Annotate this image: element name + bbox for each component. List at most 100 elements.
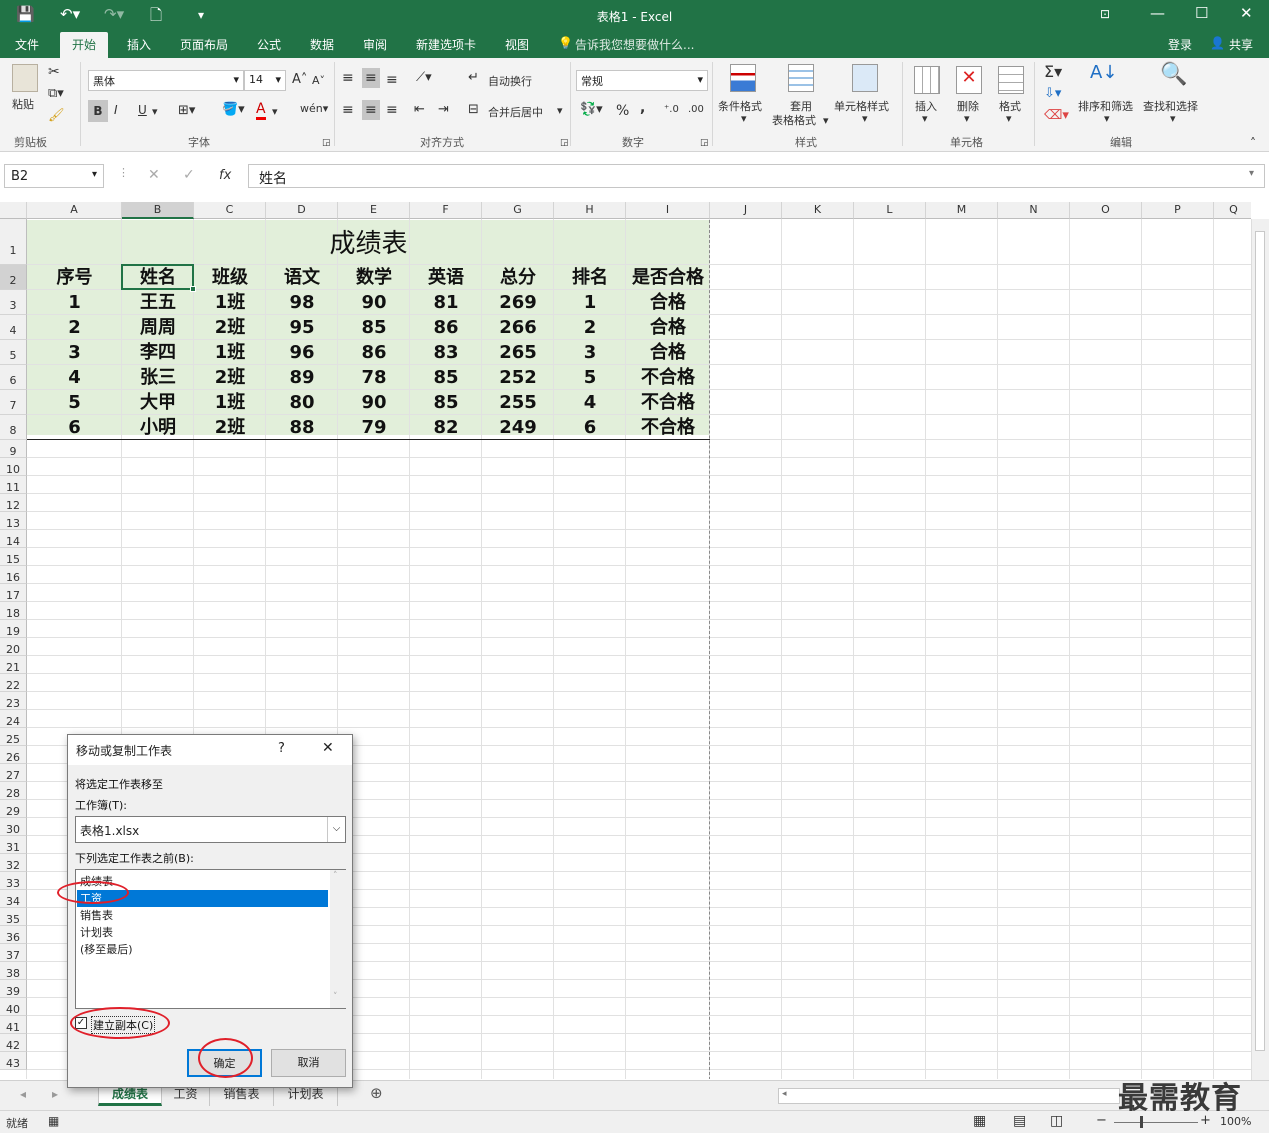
sheet-title[interactable]: 成绩表 — [27, 223, 710, 265]
row-header-28[interactable]: 28 — [0, 782, 27, 800]
cell-styles-dropdown-icon[interactable]: ▾ — [862, 112, 868, 125]
font-size-select[interactable]: 14 ▾ — [244, 70, 286, 91]
row-header-5[interactable]: 5 — [0, 340, 27, 365]
vertical-scrollbar[interactable] — [1251, 219, 1269, 1081]
macro-record-icon[interactable]: ▦ — [48, 1114, 59, 1128]
copy-icon[interactable]: ⧉▾ — [48, 86, 64, 101]
fill-icon[interactable]: ⇩▾ — [1044, 86, 1061, 101]
increase-indent-icon[interactable]: ⇥ — [438, 102, 449, 117]
table-header-cell[interactable]: 序号 — [27, 265, 122, 290]
table-cell[interactable]: 265 — [482, 340, 554, 365]
table-cell[interactable]: 80 — [266, 390, 338, 415]
comma-button[interactable]: , — [640, 100, 645, 116]
format-painter-icon[interactable]: 🖌 — [48, 108, 65, 123]
table-cell[interactable]: 78 — [338, 365, 410, 390]
login-link[interactable]: 登录 — [1168, 36, 1192, 53]
row-header-27[interactable]: 27 — [0, 764, 27, 782]
tab-data[interactable]: 数据 — [310, 36, 334, 53]
column-header-a[interactable]: A — [27, 202, 122, 219]
name-box[interactable]: B2 ▾ — [4, 164, 104, 188]
column-header-k[interactable]: K — [782, 202, 854, 219]
row-header-42[interactable]: 42 — [0, 1034, 27, 1052]
font-dialog-launcher-icon[interactable]: ◲ — [322, 138, 331, 148]
find-select-icon[interactable]: 🔍 — [1160, 62, 1187, 87]
row-header-17[interactable]: 17 — [0, 584, 27, 602]
normal-view-icon[interactable]: ▦ — [973, 1113, 986, 1129]
tab-page-layout[interactable]: 页面布局 — [180, 36, 228, 53]
format-as-table-dropdown-icon[interactable]: ▾ — [823, 114, 829, 127]
table-cell[interactable]: 79 — [338, 415, 410, 440]
row-header-9[interactable]: 9 — [0, 440, 27, 458]
fill-handle[interactable] — [190, 286, 196, 292]
merge-center-icon[interactable]: ⊟ — [468, 102, 479, 117]
row-header-29[interactable]: 29 — [0, 800, 27, 818]
table-cell[interactable]: 2班 — [194, 415, 266, 440]
column-header-d[interactable]: D — [266, 202, 338, 219]
cancel-entry-icon[interactable]: ✕ — [148, 167, 160, 183]
table-cell[interactable]: 王五 — [122, 290, 194, 315]
merge-dropdown-icon[interactable]: ▾ — [557, 104, 563, 117]
table-cell[interactable]: 252 — [482, 365, 554, 390]
table-cell[interactable]: 266 — [482, 315, 554, 340]
table-cell[interactable]: 85 — [410, 390, 482, 415]
row-header-40[interactable]: 40 — [0, 998, 27, 1016]
align-left-icon[interactable]: ≡ — [342, 102, 354, 118]
select-all-corner[interactable] — [0, 202, 27, 219]
row-header-37[interactable]: 37 — [0, 944, 27, 962]
formula-input[interactable]: 姓名 ▾ — [248, 164, 1265, 188]
table-cell[interactable]: 1 — [27, 290, 122, 315]
table-cell[interactable]: 83 — [410, 340, 482, 365]
listbox-scrollbar[interactable]: ˄ ˅ — [330, 870, 346, 1008]
table-cell[interactable]: 4 — [554, 390, 626, 415]
tab-review[interactable]: 审阅 — [363, 36, 387, 53]
ribbon-display-icon[interactable]: ⊡ — [1100, 7, 1110, 21]
decrease-decimal-icon[interactable]: .00 — [688, 104, 704, 115]
shrink-font-icon[interactable]: A˅ — [312, 74, 325, 87]
row-header-30[interactable]: 30 — [0, 818, 27, 836]
column-header-m[interactable]: M — [926, 202, 998, 219]
row-header-14[interactable]: 14 — [0, 530, 27, 548]
table-cell[interactable]: 合格 — [626, 315, 710, 340]
row-header-23[interactable]: 23 — [0, 692, 27, 710]
table-cell[interactable]: 2班 — [194, 315, 266, 340]
conditional-format-button[interactable]: 条件格式 — [718, 98, 762, 114]
row-header-3[interactable]: 3 — [0, 290, 27, 315]
row-header-34[interactable]: 34 — [0, 890, 27, 908]
alignment-dialog-launcher-icon[interactable]: ◲ — [560, 138, 569, 148]
align-top-icon[interactable]: ≡ — [342, 70, 354, 86]
italic-button[interactable]: I — [114, 103, 118, 117]
conditional-format-dropdown-icon[interactable]: ▾ — [741, 112, 747, 125]
currency-icon[interactable]: 💱▾ — [580, 102, 603, 117]
format-as-table-label-2[interactable]: 表格格式 — [772, 112, 816, 128]
add-sheet-icon[interactable]: ⊕ — [370, 1083, 383, 1105]
maximize-icon[interactable]: ☐ — [1195, 4, 1208, 22]
row-header-33[interactable]: 33 — [0, 872, 27, 890]
help-button[interactable]: ? — [278, 741, 285, 756]
column-header-h[interactable]: H — [554, 202, 626, 219]
table-cell[interactable]: 小明 — [122, 415, 194, 440]
table-cell[interactable]: 不合格 — [626, 390, 710, 415]
next-sheet-icon[interactable]: ▸ — [52, 1084, 58, 1106]
list-item[interactable]: 销售表 — [77, 907, 328, 924]
table-cell[interactable]: 81 — [410, 290, 482, 315]
conditional-format-icon[interactable] — [730, 64, 756, 92]
table-cell[interactable]: 2班 — [194, 365, 266, 390]
number-dialog-launcher-icon[interactable]: ◲ — [700, 138, 709, 148]
align-middle-icon[interactable]: ≡ — [362, 68, 380, 88]
table-cell[interactable]: 90 — [338, 290, 410, 315]
table-cell[interactable]: 张三 — [122, 365, 194, 390]
insert-cells-dropdown-icon[interactable]: ▾ — [922, 112, 928, 125]
increase-decimal-icon[interactable]: ⁺.0 — [664, 104, 679, 115]
chevron-down-icon[interactable]: ⌵ — [327, 817, 345, 842]
row-header-32[interactable]: 32 — [0, 854, 27, 872]
table-cell[interactable]: 1班 — [194, 390, 266, 415]
paste-icon[interactable] — [12, 64, 38, 92]
table-header-cell[interactable]: 数学 — [338, 265, 410, 290]
table-cell[interactable]: 6 — [27, 415, 122, 440]
column-header-n[interactable]: N — [998, 202, 1070, 219]
table-cell[interactable]: 89 — [266, 365, 338, 390]
table-header-cell[interactable]: 总分 — [482, 265, 554, 290]
column-header-q[interactable]: Q — [1214, 202, 1251, 219]
row-header-13[interactable]: 13 — [0, 512, 27, 530]
table-cell[interactable]: 249 — [482, 415, 554, 440]
